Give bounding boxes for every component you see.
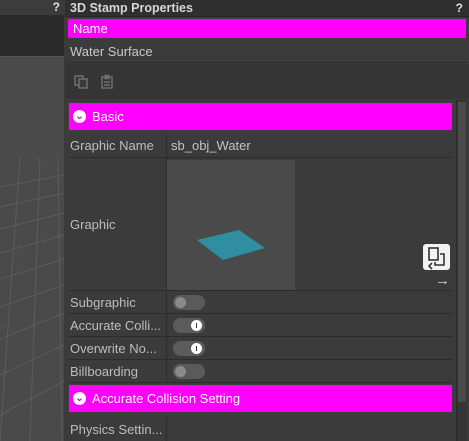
arrow-right-icon[interactable]: → (435, 273, 450, 288)
billboarding-toggle[interactable] (173, 363, 205, 379)
ground-grid (0, 156, 64, 441)
basic-section-header[interactable]: ⌄ Basic (68, 102, 453, 131)
viewport-header: ? (0, 0, 64, 15)
scene-viewport[interactable]: ? (0, 0, 64, 441)
name-header: Name (67, 18, 467, 39)
collision-section-header[interactable]: ⌄ Accurate Collision Setting (68, 384, 453, 413)
name-field[interactable]: Water Surface (67, 41, 467, 63)
collapse-chevron-icon: ⌄ (73, 110, 86, 123)
physics-settings-value[interactable] (167, 417, 453, 441)
paste-icon[interactable] (99, 74, 115, 90)
copy-icon[interactable] (73, 74, 89, 90)
physics-settings-row: Physics Settin... (68, 417, 453, 441)
billboarding-label: Billboarding (68, 360, 167, 382)
overwrite-row: Overwrite No... (68, 337, 453, 360)
graphic-row: Graphic (68, 158, 453, 291)
graphic-label: Graphic (68, 158, 167, 290)
subgraphic-toggle[interactable] (173, 294, 205, 310)
properties-scrollbar[interactable] (456, 100, 467, 441)
pick-graphic-icon[interactable] (423, 244, 450, 270)
panel-help-button[interactable]: ? (456, 0, 463, 16)
viewport-help-button[interactable]: ? (53, 0, 60, 14)
physics-settings-label: Physics Settin... (68, 417, 167, 441)
overwrite-toggle[interactable] (173, 340, 205, 356)
graphic-name-value[interactable]: sb_obj_Water (167, 134, 453, 157)
viewport-toolbar-strip (0, 15, 64, 57)
basic-section-label: Basic (92, 109, 124, 124)
graphic-thumbnail[interactable] (167, 160, 295, 290)
graphic-value (167, 158, 453, 290)
collision-section-label: Accurate Collision Setting (92, 391, 241, 406)
scrollbar-thumb[interactable] (458, 102, 466, 402)
overwrite-label: Overwrite No... (68, 337, 167, 359)
clipboard-toolbar (65, 64, 469, 99)
billboarding-row: Billboarding (68, 360, 453, 383)
graphic-name-label: Graphic Name (68, 134, 167, 157)
accurate-collision-row: Accurate Colli... (68, 314, 453, 337)
subgraphic-row: Subgraphic (68, 291, 453, 314)
panel-title: 3D Stamp Properties (65, 0, 469, 17)
graphic-name-row: Graphic Name sb_obj_Water (68, 134, 453, 158)
collapse-chevron-icon: ⌄ (73, 392, 86, 405)
stamp-properties-panel: 3D Stamp Properties ? Name Water Surface… (65, 0, 469, 441)
accurate-collision-label: Accurate Colli... (68, 314, 167, 336)
accurate-collision-toggle[interactable] (173, 317, 205, 333)
subgraphic-label: Subgraphic (68, 291, 167, 313)
